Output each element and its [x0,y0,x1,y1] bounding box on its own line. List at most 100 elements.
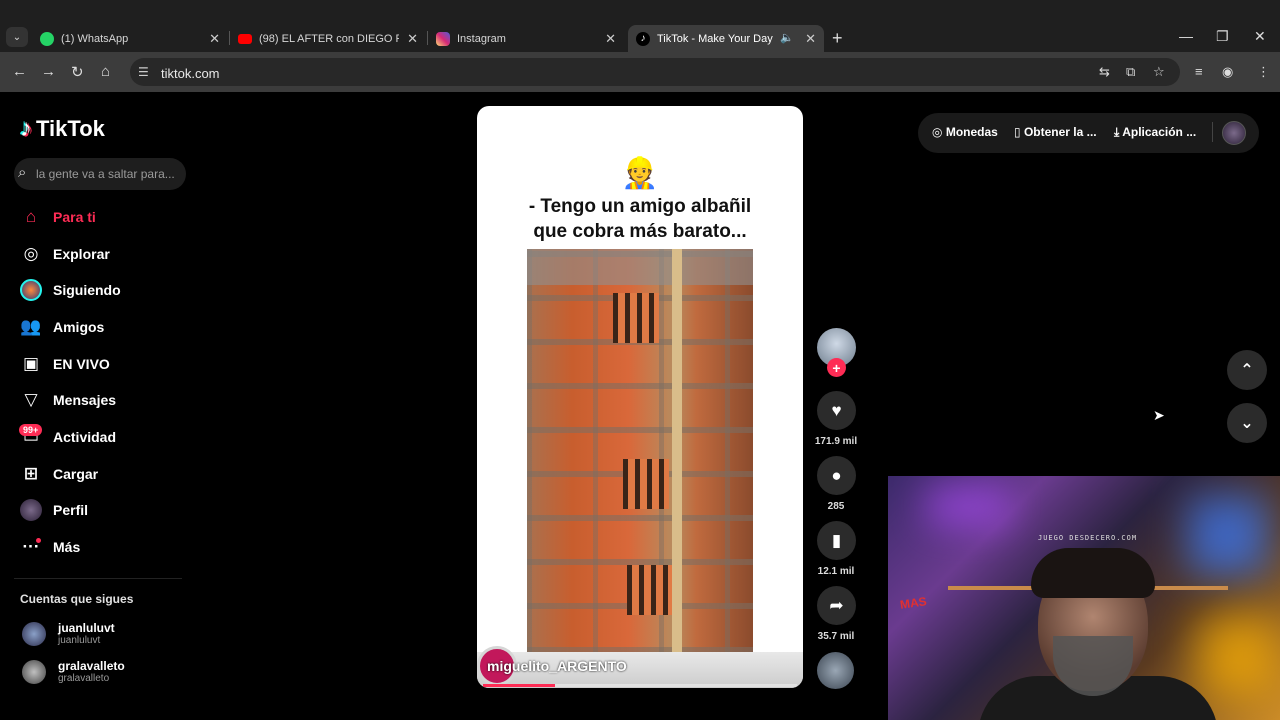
caption-line: que cobra más barato... [533,221,747,242]
logo-text: TikTok [36,116,105,141]
share-count: 35.7 mil [817,631,855,642]
tab-title: TikTok - Make Your Day [657,32,773,45]
following-account[interactable]: gralavalleto gralavalleto [22,659,125,684]
orange-light [1198,616,1278,696]
nav-para-ti[interactable]: ⌂ Para ti [20,206,96,228]
home-icon[interactable]: ⌂ [101,63,110,80]
tiktok-icon: ♪ [636,31,650,46]
tab-tiktok[interactable]: ♪ TikTok - Make Your Day 🔈 ✕ [628,25,824,52]
whatsapp-icon [40,31,54,46]
nav-label: Amigos [53,319,105,335]
close-icon[interactable]: ✕ [209,31,220,47]
mouse-cursor-icon: ➤ [1153,407,1165,423]
bookmark-icon: ▮ [831,530,842,550]
nav-mensajes[interactable]: ▽ Mensajes [20,389,116,411]
video-progress-fill [483,684,556,687]
avatar [22,659,46,684]
reload-icon[interactable]: ↻ [71,63,84,81]
site-info-icon[interactable]: ☰ [138,65,149,79]
streamer-hair [1031,548,1155,598]
follow-plus-button[interactable]: + [827,358,846,377]
webcam-overlay: JUEGO DESDECERO.COM MAS [888,476,1280,720]
tab-instagram[interactable]: Instagram ✕ [428,25,624,52]
minimize-icon[interactable]: — [1179,28,1193,44]
live-tv-icon: ▣ [22,354,40,373]
save-button[interactable]: ▮ [817,521,856,560]
tab-whatsapp[interactable]: (1) WhatsApp ✕ [32,25,228,52]
nav-label: Mensajes [53,392,117,408]
translate-icon[interactable]: ⇆ [1099,64,1110,80]
search-placeholder: la gente va a saltar para... [36,167,175,181]
video-progress-bar[interactable] [483,684,797,687]
coin-icon: ◎ [932,125,943,139]
tab-title: Instagram [457,32,506,45]
nav-siguiendo[interactable]: Siguiendo [20,279,121,301]
sidebar-divider [14,578,182,579]
account-handle: juanluluvt [58,635,101,646]
close-icon[interactable]: ✕ [805,31,816,47]
nav-explorar[interactable]: ◎ Explorar [20,243,110,265]
speaker-icon[interactable]: 🔈 [780,31,794,44]
new-tab-button[interactable]: + [832,28,843,49]
bookmark-star-icon[interactable]: ☆ [1153,64,1165,80]
desktop-app-button[interactable]: ⤓ Aplicación ... [1114,125,1196,140]
search-icon: ⌕ [18,164,27,181]
nav-label: Más [53,539,81,555]
like-count: 171.9 mil [814,436,858,447]
forward-icon[interactable]: → [41,63,56,80]
close-icon[interactable]: ✕ [605,31,616,47]
tiktok-logo[interactable]: ♪ TikTok [20,115,105,143]
back-icon[interactable]: ← [12,63,27,80]
install-app-icon[interactable]: ⧉ [1126,64,1135,80]
share-button[interactable]: ➦ [817,586,856,625]
comment-button[interactable]: ● [817,456,856,495]
tab-youtube[interactable]: (98) EL AFTER con DIEGO POGG ✕ [230,25,426,52]
music-disc-avatar[interactable] [817,652,854,689]
profile-avatar-icon [20,499,42,521]
close-icon[interactable]: ✕ [407,31,418,47]
url-text[interactable]: tiktok.com [161,66,220,81]
tab-search-button[interactable]: ⌄ [6,27,28,47]
omnibox[interactable] [130,58,1180,86]
upload-plus-icon: ⊞ [23,464,39,483]
search-input[interactable]: ⌕ la gente va a saltar para... [14,158,186,190]
account-handle: gralavalleto [58,673,110,684]
nav-en-vivo[interactable]: ▣ EN VIVO [20,353,110,375]
next-video-button[interactable]: ⌄ [1227,403,1267,443]
like-button[interactable]: ♥ [817,391,856,430]
chevron-down-icon: ⌄ [1240,415,1254,432]
video-frame [527,249,753,653]
webcam-overlay-text: JUEGO DESDECERO.COM [1038,534,1138,542]
restore-icon[interactable]: ❐ [1216,28,1229,45]
home-icon: ⌂ [25,207,37,226]
nav-label: EN VIVO [53,356,110,372]
video-author-handle[interactable]: miguelito_ARGENTO [487,658,627,674]
following-account[interactable]: juanluluvt juanluluvt [22,621,115,646]
user-avatar[interactable] [1222,121,1246,145]
get-app-label: Obtener la ... [1023,125,1097,139]
coins-button[interactable]: ◎ Monedas [932,125,998,139]
wall-sign: MAS [899,594,928,612]
media-controls-icon[interactable]: ≡ [1195,64,1203,79]
get-app-button[interactable]: ▯ Obtener la ... [1014,125,1097,139]
following-section-title: Cuentas que sigues [20,592,134,606]
avatar [22,621,46,646]
construction-worker-emoji: 👷 [621,157,659,190]
notification-dot [36,538,41,543]
nav-mas[interactable]: ··· Más [20,536,81,558]
wooden-post [672,249,682,653]
profile-icon[interactable]: ◉ [1222,64,1233,80]
previous-video-button[interactable]: ⌃ [1227,350,1267,390]
nav-amigos[interactable]: 👥 Amigos [20,316,104,338]
nav-cargar[interactable]: ⊞ Cargar [20,463,98,485]
brick-holes [613,293,659,343]
menu-icon[interactable]: ⋮ [1257,64,1270,80]
desktop-app-label: Aplicación ... [1122,125,1197,139]
video-player[interactable]: 👷 - Tengo un amigo albañil que cobra más… [477,106,803,688]
wall-top-area [527,249,753,285]
window-close-icon[interactable]: ✕ [1254,28,1266,45]
nav-label: Explorar [53,246,110,262]
comment-count: 285 [827,501,845,512]
blue-light [1188,496,1268,576]
nav-perfil[interactable]: Perfil [20,499,88,521]
